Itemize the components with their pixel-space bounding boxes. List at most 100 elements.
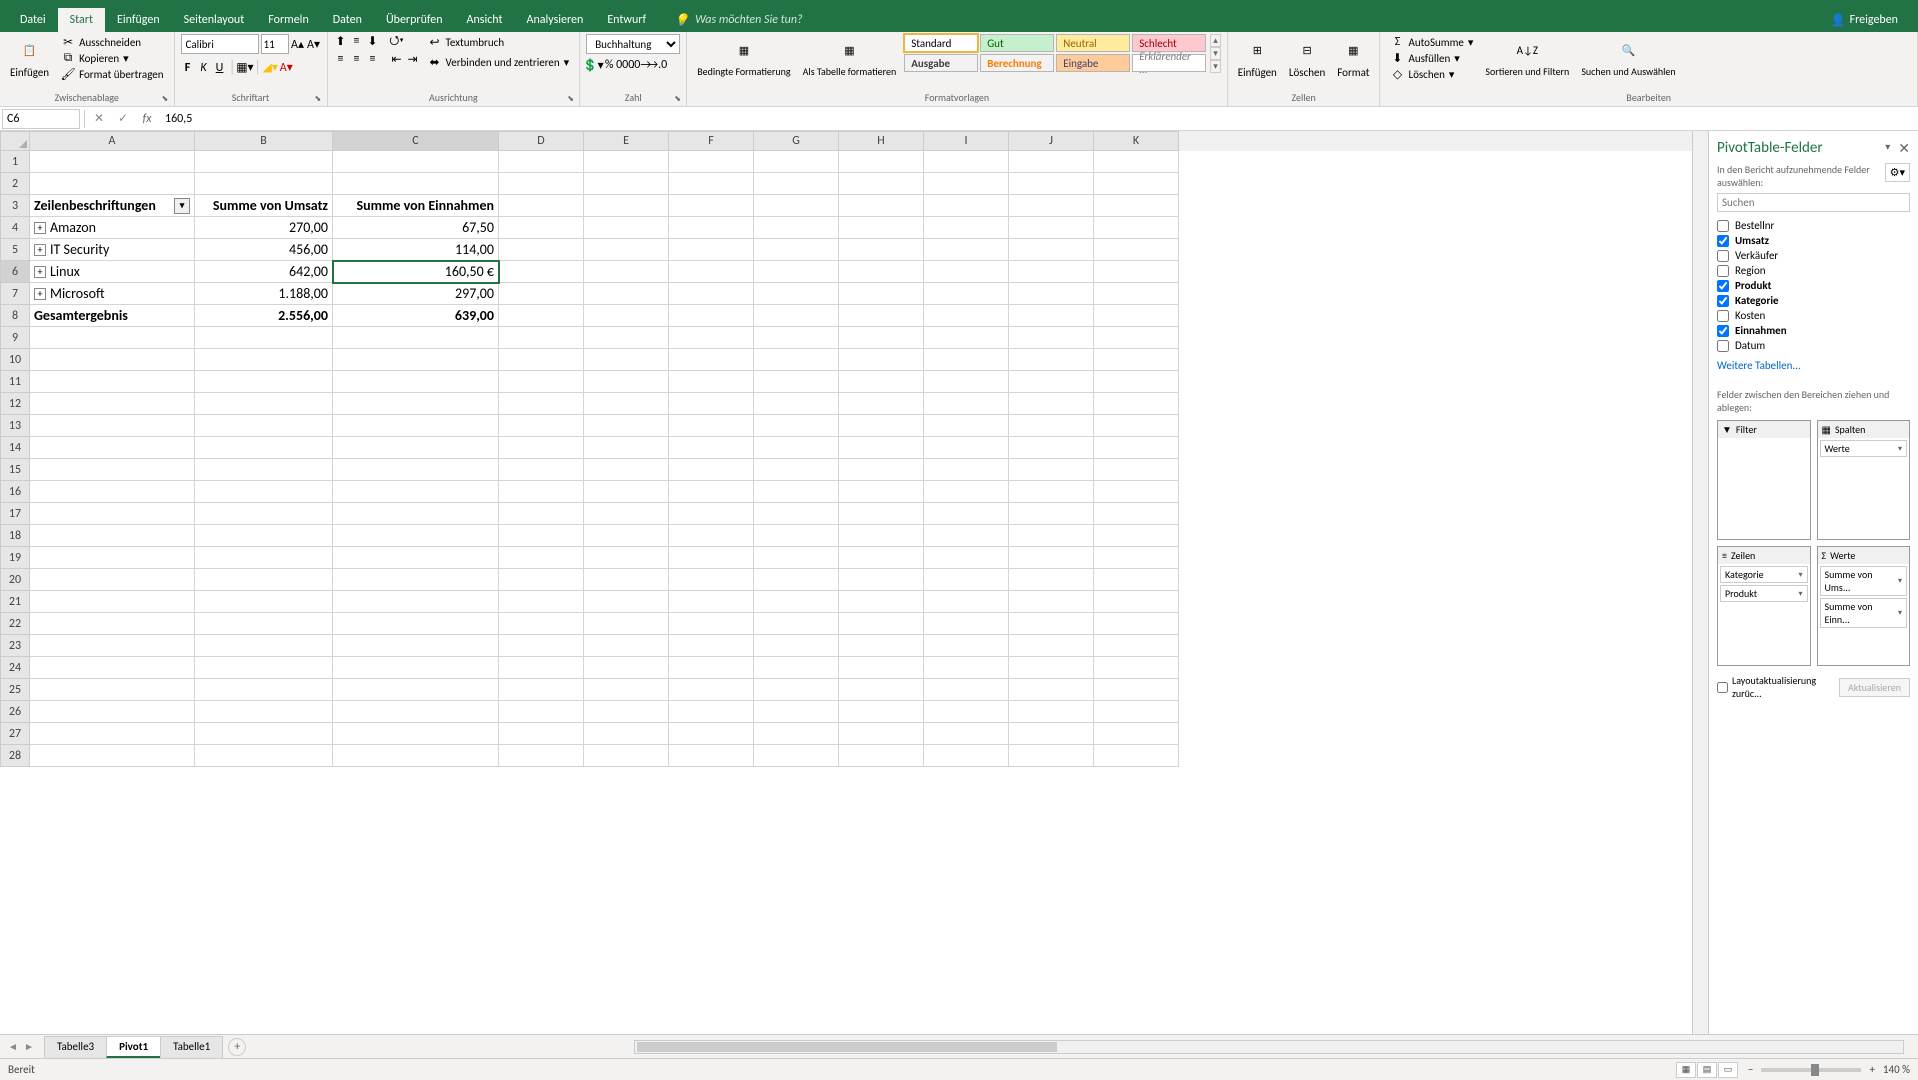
cell-A11[interactable] — [30, 371, 195, 393]
cell-F24[interactable] — [669, 657, 754, 679]
cell-B18[interactable] — [195, 525, 333, 547]
row-header-4[interactable]: 4 — [0, 217, 30, 239]
cell-D9[interactable] — [499, 327, 584, 349]
cell-H8[interactable] — [839, 305, 924, 327]
cell-H13[interactable] — [839, 415, 924, 437]
cell-J1[interactable] — [1009, 151, 1094, 173]
cell-A17[interactable] — [30, 503, 195, 525]
tab-seitenlayout[interactable]: Seitenlayout — [172, 8, 257, 32]
cell-B9[interactable] — [195, 327, 333, 349]
style-gut[interactable]: Gut — [980, 34, 1054, 52]
cell-K14[interactable] — [1094, 437, 1179, 459]
drop-item-zeilen[interactable]: Produkt▾ — [1720, 585, 1808, 602]
cell-C25[interactable] — [333, 679, 499, 701]
expand-button[interactable]: + — [34, 266, 46, 278]
cell-I19[interactable] — [924, 547, 1009, 569]
cell-F2[interactable] — [669, 173, 754, 195]
cell-E1[interactable] — [584, 151, 669, 173]
cell-B16[interactable] — [195, 481, 333, 503]
row-header-5[interactable]: 5 — [0, 239, 30, 261]
cell-G23[interactable] — [754, 635, 839, 657]
view-page-layout-button[interactable]: ▤ — [1697, 1062, 1717, 1078]
add-sheet-button[interactable]: + — [228, 1038, 246, 1056]
cell-E3[interactable] — [584, 195, 669, 217]
cell-H17[interactable] — [839, 503, 924, 525]
accounting-icon[interactable]: 💲▾ — [586, 58, 600, 72]
cell-A20[interactable] — [30, 569, 195, 591]
cell-B21[interactable] — [195, 591, 333, 613]
fill-button[interactable]: ⬇Ausfüllen ▾ — [1386, 50, 1477, 66]
cell-H2[interactable] — [839, 173, 924, 195]
cell-C14[interactable] — [333, 437, 499, 459]
cell-E23[interactable] — [584, 635, 669, 657]
pivot-search-input[interactable] — [1717, 193, 1910, 212]
cell-G8[interactable] — [754, 305, 839, 327]
cell-H1[interactable] — [839, 151, 924, 173]
cell-J6[interactable] — [1009, 261, 1094, 283]
orientation-icon[interactable]: ⭯▾ — [390, 34, 404, 48]
pivot-dropdown-icon[interactable]: ▾ — [1885, 140, 1890, 157]
cell-J21[interactable] — [1009, 591, 1094, 613]
fx-button[interactable]: fx — [135, 109, 159, 129]
cell-G28[interactable] — [754, 745, 839, 767]
col-header-A[interactable]: A — [30, 131, 195, 151]
cell-A28[interactable] — [30, 745, 195, 767]
cell-J10[interactable] — [1009, 349, 1094, 371]
align-left-icon[interactable]: ≡ — [334, 52, 348, 66]
cell-C9[interactable] — [333, 327, 499, 349]
cell-D2[interactable] — [499, 173, 584, 195]
cell-F28[interactable] — [669, 745, 754, 767]
cell-G14[interactable] — [754, 437, 839, 459]
cell-E13[interactable] — [584, 415, 669, 437]
row-header-18[interactable]: 18 — [0, 525, 30, 547]
cell-G12[interactable] — [754, 393, 839, 415]
tell-me-search[interactable]: 💡 Was möchten Sie tun? — [658, 8, 1819, 32]
select-all-button[interactable] — [0, 131, 30, 151]
cell-K1[interactable] — [1094, 151, 1179, 173]
cell-B24[interactable] — [195, 657, 333, 679]
cell-G9[interactable] — [754, 327, 839, 349]
font-size-combo[interactable] — [261, 34, 289, 54]
cell-B1[interactable] — [195, 151, 333, 173]
cell-K24[interactable] — [1094, 657, 1179, 679]
cell-J28[interactable] — [1009, 745, 1094, 767]
cell-H21[interactable] — [839, 591, 924, 613]
cell-D15[interactable] — [499, 459, 584, 481]
cell-E6[interactable] — [584, 261, 669, 283]
cell-H15[interactable] — [839, 459, 924, 481]
cell-J14[interactable] — [1009, 437, 1094, 459]
cell-K22[interactable] — [1094, 613, 1179, 635]
cell-D3[interactable] — [499, 195, 584, 217]
cell-K21[interactable] — [1094, 591, 1179, 613]
cell-D11[interactable] — [499, 371, 584, 393]
cell-C12[interactable] — [333, 393, 499, 415]
row-header-26[interactable]: 26 — [0, 701, 30, 723]
style-ausgabe[interactable]: Ausgabe — [904, 54, 978, 72]
cell-G1[interactable] — [754, 151, 839, 173]
format-as-table-button[interactable]: ▦ Als Tabelle formatieren — [799, 34, 901, 79]
cell-D5[interactable] — [499, 239, 584, 261]
cell-B3[interactable]: Summe von Umsatz — [195, 195, 333, 217]
cell-H6[interactable] — [839, 261, 924, 283]
expand-button[interactable]: + — [34, 244, 46, 256]
cell-K7[interactable] — [1094, 283, 1179, 305]
field-kategorie[interactable]: Kategorie — [1717, 293, 1910, 308]
cell-E22[interactable] — [584, 613, 669, 635]
cell-D12[interactable] — [499, 393, 584, 415]
drop-item-zeilen[interactable]: Kategorie▾ — [1720, 566, 1808, 583]
row-header-17[interactable]: 17 — [0, 503, 30, 525]
cell-H24[interactable] — [839, 657, 924, 679]
col-header-D[interactable]: D — [499, 131, 584, 151]
cell-G6[interactable] — [754, 261, 839, 283]
tab-analysieren[interactable]: Analysieren — [515, 8, 596, 32]
row-header-22[interactable]: 22 — [0, 613, 30, 635]
cell-J23[interactable] — [1009, 635, 1094, 657]
cell-J27[interactable] — [1009, 723, 1094, 745]
cell-C21[interactable] — [333, 591, 499, 613]
cell-G15[interactable] — [754, 459, 839, 481]
cell-D16[interactable] — [499, 481, 584, 503]
format-painter-button[interactable]: 🖌Format übertragen — [57, 66, 167, 82]
cell-I16[interactable] — [924, 481, 1009, 503]
cell-C27[interactable] — [333, 723, 499, 745]
cell-G7[interactable] — [754, 283, 839, 305]
